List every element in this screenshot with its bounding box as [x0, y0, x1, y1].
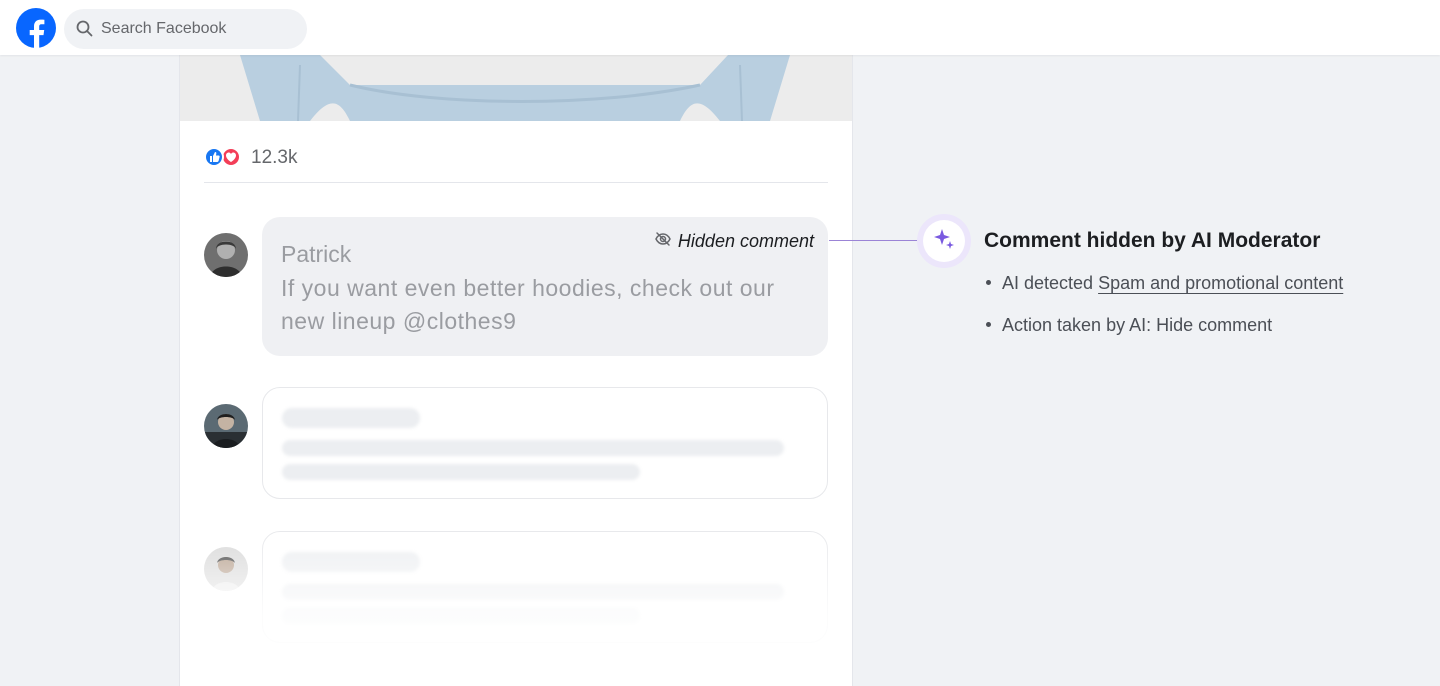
skeleton-line — [282, 464, 640, 480]
search-bar[interactable]: Search Facebook — [64, 9, 307, 49]
sparkle-icon — [932, 227, 956, 256]
ai-moderator-badge — [917, 214, 971, 268]
facebook-logo-icon[interactable] — [16, 8, 56, 48]
skeleton-line — [282, 552, 420, 572]
search-icon — [76, 20, 93, 42]
divider — [204, 182, 828, 183]
hidden-comment-bubble[interactable]: Hidden comment Patrick If you want even … — [262, 217, 828, 356]
avatar[interactable] — [204, 233, 248, 277]
eye-off-icon — [654, 230, 672, 253]
avatar[interactable] — [204, 404, 248, 448]
top-navigation-bar: Search Facebook — [0, 0, 1440, 55]
comment-placeholder — [262, 387, 828, 499]
ai-action-text: Action taken by AI: Hide comment — [1002, 315, 1273, 335]
ai-badge-inner — [923, 220, 965, 262]
hidden-comment-label: Hidden comment — [654, 230, 814, 253]
skeleton-line — [282, 608, 640, 624]
spam-category-link[interactable]: Spam and promotional content — [1098, 273, 1343, 293]
comment-placeholder — [262, 531, 828, 643]
search-input[interactable]: Search Facebook — [101, 20, 226, 38]
post-card: 12.3k Hidden comment Patrick If you want… — [179, 55, 853, 686]
skeleton-line — [282, 440, 784, 456]
comment-text: If you want even better hoodies, check o… — [281, 275, 775, 334]
like-reaction-icon — [204, 147, 224, 167]
avatar[interactable] — [204, 547, 248, 591]
reaction-count: 12.3k — [251, 147, 298, 168]
bullet-icon — [986, 321, 991, 327]
hidden-comment-text: Hidden comment — [677, 231, 814, 251]
love-reaction-icon — [221, 147, 241, 167]
comment-author[interactable]: Patrick — [281, 241, 351, 268]
ai-moderator-title: Comment hidden by AI Moderator — [984, 229, 1321, 252]
ai-detected-prefix: AI detected — [1002, 273, 1094, 293]
skeleton-line — [282, 584, 784, 600]
ai-action-item: Action taken by AI: Hide comment — [986, 315, 1272, 336]
ai-detected-item: AI detected Spam and promotional content — [986, 273, 1343, 294]
post-image[interactable] — [180, 55, 852, 121]
skeleton-line — [282, 408, 420, 428]
bullet-icon — [986, 279, 991, 285]
connector-line — [829, 240, 919, 241]
